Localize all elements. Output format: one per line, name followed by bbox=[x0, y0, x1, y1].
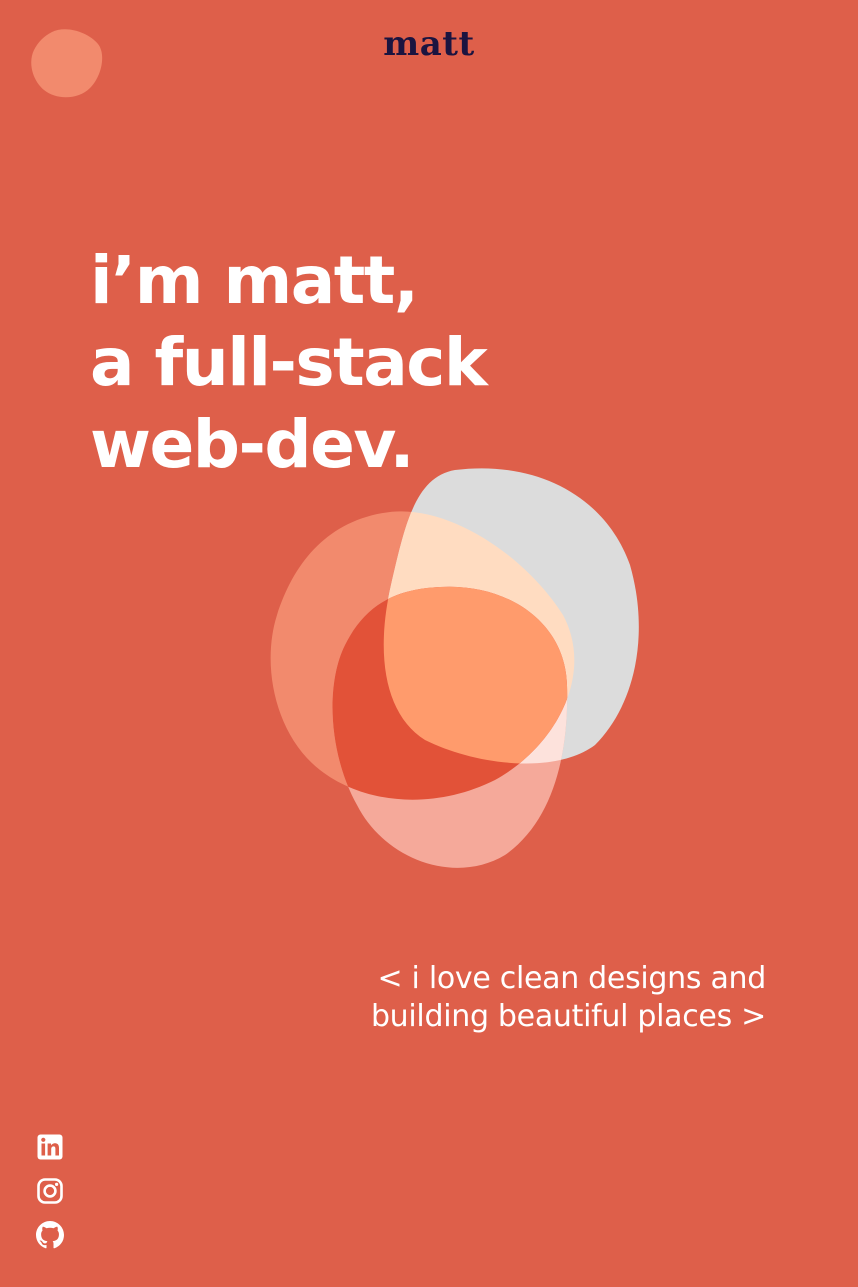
instagram-icon bbox=[36, 1177, 64, 1205]
hero-line-2: a full-stack bbox=[90, 324, 488, 401]
hero-line-1: i’m matt, bbox=[90, 242, 419, 319]
site-logo[interactable]: matt bbox=[0, 24, 858, 64]
linkedin-link[interactable] bbox=[36, 1133, 64, 1161]
tagline: < i love clean designs and building beau… bbox=[371, 960, 766, 1036]
github-icon bbox=[36, 1221, 64, 1249]
blob-illustration bbox=[270, 468, 639, 868]
instagram-link[interactable] bbox=[36, 1177, 64, 1205]
linkedin-icon bbox=[36, 1133, 64, 1161]
tagline-line-2: building beautiful places > bbox=[370, 999, 766, 1034]
tagline-line-1: < i love clean designs and bbox=[377, 961, 766, 996]
github-link[interactable] bbox=[36, 1221, 64, 1249]
